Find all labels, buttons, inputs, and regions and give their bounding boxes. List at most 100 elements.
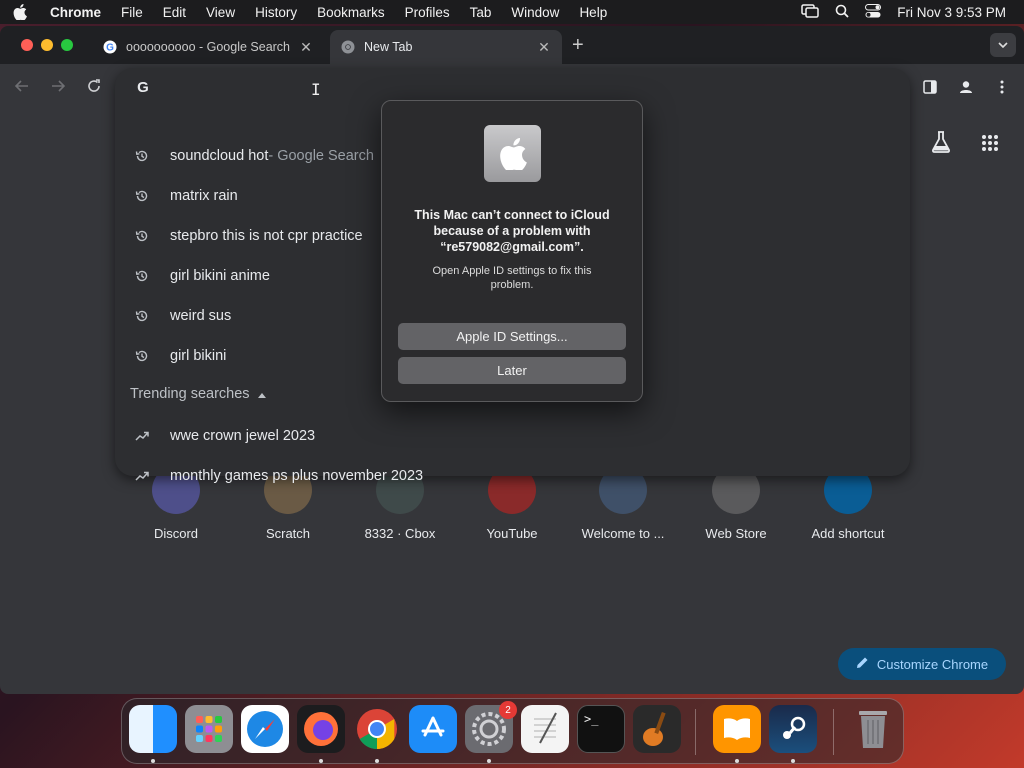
notification-badge: 2	[499, 701, 517, 719]
customize-chrome-button[interactable]: Customize Chrome	[838, 648, 1006, 680]
terminal-icon[interactable]: >_	[577, 705, 625, 753]
dock-separator	[695, 709, 696, 755]
profile-icon[interactable]	[955, 76, 977, 98]
trending-item[interactable]: wwe crown jewel 2023	[115, 416, 910, 456]
menu-bookmarks[interactable]: Bookmarks	[307, 5, 395, 20]
system-settings-icon[interactable]: 2	[465, 701, 517, 753]
back-arrow-icon[interactable]	[10, 74, 34, 98]
safari-icon[interactable]	[241, 705, 289, 753]
firefox-icon[interactable]	[297, 705, 345, 753]
suggestion-text: matrix rain	[170, 188, 238, 204]
pencil-icon	[856, 656, 869, 672]
suggestion-suffix: - Google Search	[268, 148, 374, 164]
history-icon	[115, 269, 170, 283]
running-indicator	[791, 759, 795, 763]
running-indicator	[319, 759, 323, 763]
later-button[interactable]: Later	[398, 357, 626, 384]
suggestion-text: girl bikini	[170, 348, 227, 364]
shortcut-label: Add shortcut	[811, 526, 885, 541]
trash-icon[interactable]	[849, 705, 897, 753]
history-icon	[115, 149, 170, 163]
menu-window[interactable]: Window	[501, 5, 569, 20]
close-window-button[interactable]	[21, 39, 33, 51]
close-tab-icon[interactable]: ✕	[298, 39, 314, 56]
shortcut-label: Discord	[153, 526, 199, 541]
menu-tab[interactable]: Tab	[460, 5, 502, 20]
dock-separator	[833, 709, 834, 755]
menu-app-name[interactable]: Chrome	[40, 5, 111, 20]
close-tab-icon[interactable]: ✕	[536, 39, 552, 56]
forward-arrow-icon[interactable]	[46, 74, 70, 98]
minimize-window-button[interactable]	[41, 39, 53, 51]
garageband-icon[interactable]	[633, 705, 681, 753]
suggestion-text: weird sus	[170, 308, 232, 324]
trending-searches-header[interactable]: Trending searches	[130, 386, 266, 402]
menu-edit[interactable]: Edit	[153, 5, 196, 20]
tab-google-search[interactable]: G oooooooooo - Google Search ✕	[92, 30, 324, 64]
history-icon	[115, 189, 170, 203]
dialog-title: This Mac can’t connect to iCloud because…	[414, 208, 610, 254]
caret-up-icon	[257, 386, 266, 402]
running-indicator	[375, 759, 379, 763]
menu-history[interactable]: History	[245, 5, 307, 20]
books-icon[interactable]	[713, 705, 761, 753]
running-indicator	[151, 759, 155, 763]
steam-icon[interactable]	[769, 705, 817, 753]
history-icon	[115, 309, 170, 323]
svg-text:G: G	[106, 43, 114, 54]
suggestion-text: stepbro this is not cpr practice	[170, 228, 363, 244]
suggestion-text: girl bikini anime	[170, 268, 270, 284]
chrome-app-icon[interactable]	[353, 705, 401, 753]
shortcut-label: Welcome to ...	[581, 526, 665, 541]
spotlight-search-icon[interactable]	[835, 4, 849, 21]
shortcut-label: Web Store	[705, 526, 767, 541]
menu-help[interactable]: Help	[569, 5, 617, 20]
trending-text: monthly games ps plus november 2023	[170, 468, 424, 484]
labs-flask-icon[interactable]	[930, 130, 952, 159]
menu-view[interactable]: View	[196, 5, 245, 20]
text-cursor-icon: I	[311, 80, 321, 99]
menu-file[interactable]: File	[111, 5, 153, 20]
history-icon	[115, 349, 170, 363]
trending-text: wwe crown jewel 2023	[170, 428, 316, 444]
shortcut-label: YouTube	[486, 526, 538, 541]
suggestion-text: soundcloud hot	[170, 148, 269, 164]
new-tab-plus-icon[interactable]: +	[572, 34, 584, 57]
google-g-icon: G	[135, 79, 151, 100]
textedit-icon[interactable]	[521, 705, 569, 753]
google-g-icon: G	[102, 39, 118, 55]
menu-bar: Chrome File Edit View History Bookmarks …	[0, 0, 1024, 24]
tab-search-chevron-icon[interactable]	[990, 33, 1016, 57]
tab-new-tab[interactable]: New Tab ✕	[330, 30, 562, 64]
app-store-icon[interactable]	[409, 705, 457, 753]
side-panel-icon[interactable]	[919, 76, 941, 98]
menubar-clock[interactable]: Fri Nov 3 9:53 PM	[897, 5, 1006, 20]
shortcut-label: 8332 · Cbox	[364, 526, 436, 541]
dialog-message: Open Apple ID settings to fix this probl…	[432, 265, 592, 291]
trending-icon	[115, 471, 170, 481]
trending-item[interactable]: monthly games ps plus november 2023	[115, 456, 910, 496]
apple-menu-icon[interactable]	[0, 4, 40, 20]
finder-icon[interactable]	[129, 705, 177, 753]
zoom-window-button[interactable]	[61, 39, 73, 51]
history-icon	[115, 229, 170, 243]
trending-icon	[115, 431, 170, 441]
chrome-icon	[340, 39, 356, 55]
customize-chrome-label: Customize Chrome	[876, 656, 989, 672]
kebab-menu-icon[interactable]	[991, 76, 1013, 98]
reload-icon[interactable]	[82, 74, 106, 98]
shortcut-label: Scratch	[265, 526, 311, 541]
apple-logo-icon	[484, 125, 541, 182]
tab-title: oooooooooo - Google Search	[126, 40, 291, 54]
svg-text:G: G	[137, 79, 149, 95]
running-indicator	[487, 759, 491, 763]
trending-header-label: Trending searches	[130, 386, 250, 402]
apple-id-settings-button[interactable]: Apple ID Settings...	[398, 323, 626, 350]
launchpad-icon[interactable]	[185, 705, 233, 753]
google-apps-grid-icon[interactable]	[981, 134, 999, 157]
control-center-icon[interactable]	[865, 3, 882, 21]
screen-mirroring-icon[interactable]	[801, 3, 819, 21]
menu-profiles[interactable]: Profiles	[395, 5, 460, 20]
tab-title: New Tab	[364, 40, 413, 54]
dock: 2 >_	[121, 698, 904, 764]
